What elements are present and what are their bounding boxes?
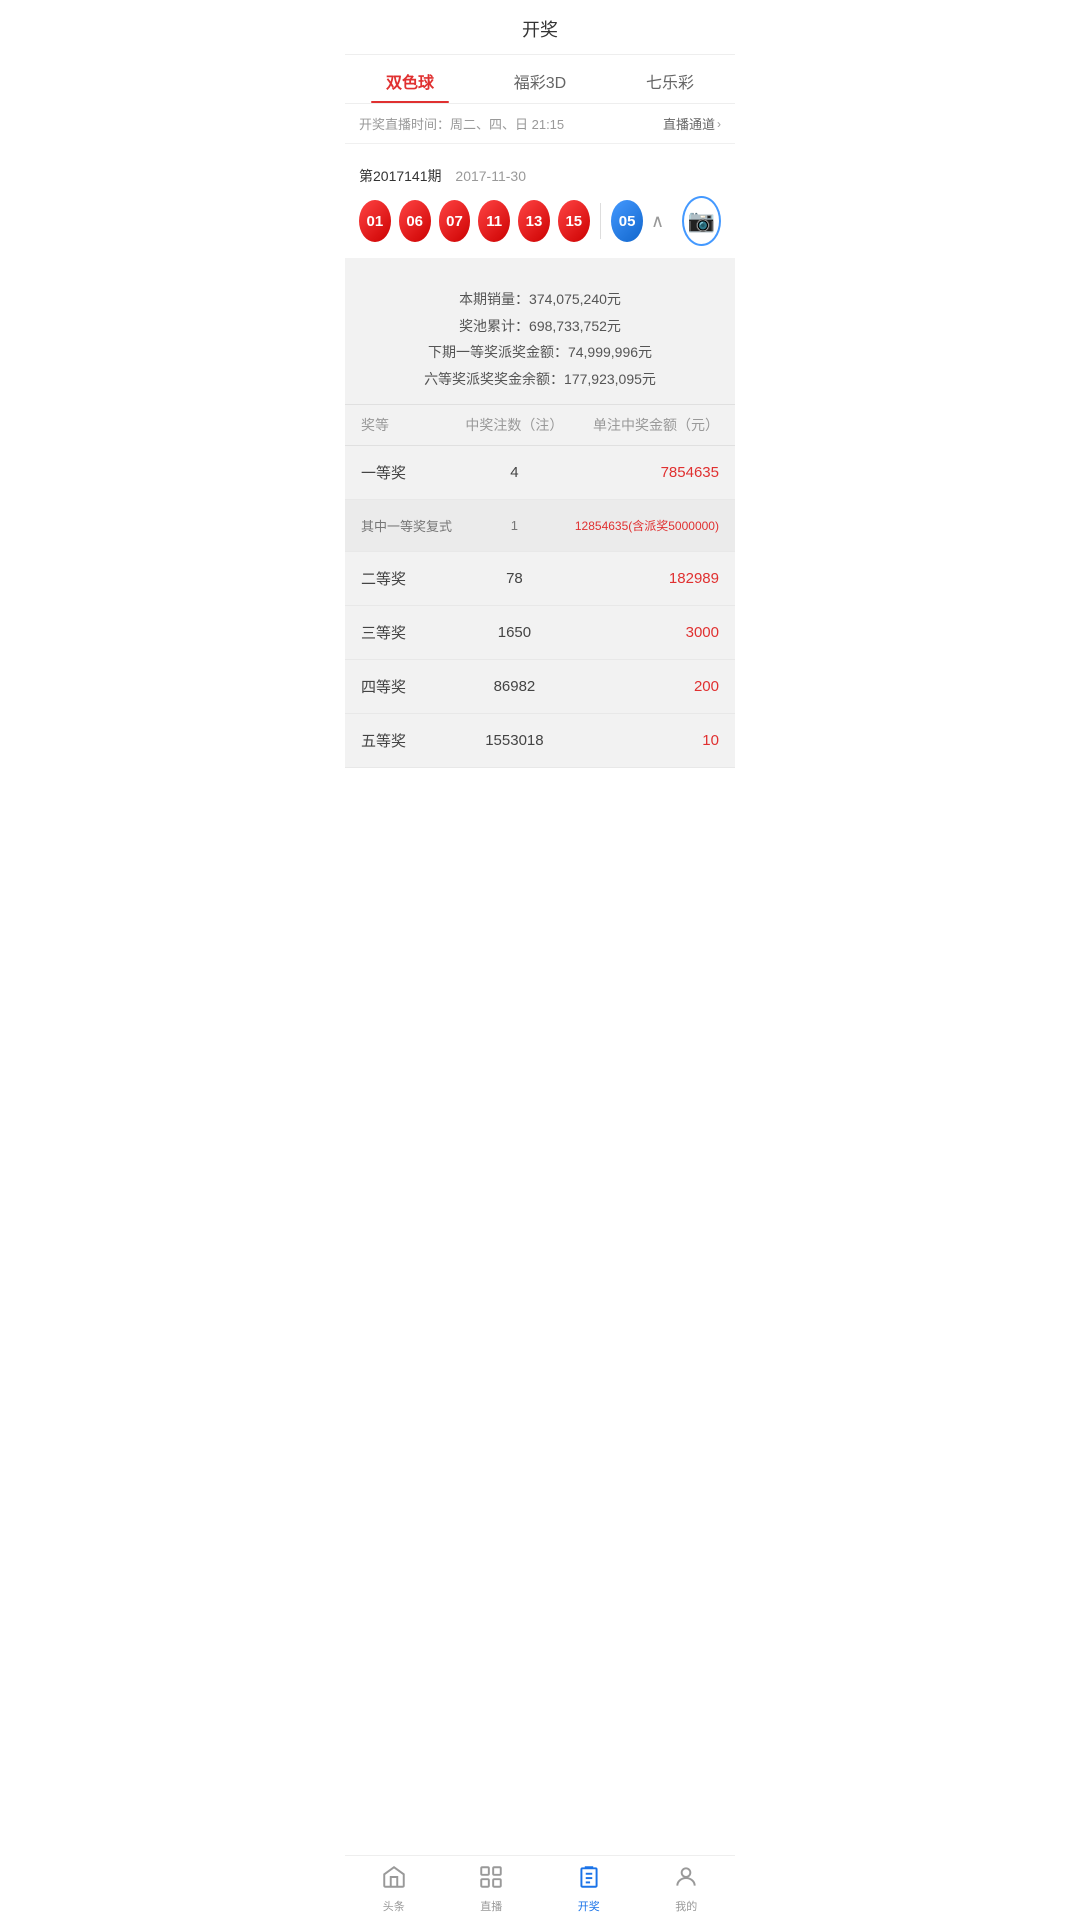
clipboard-icon: [576, 1864, 602, 1895]
summary-sales: 本期销量：374,075,240元: [365, 286, 715, 313]
prize-name-2: 二等奖: [361, 568, 463, 589]
collapse-button[interactable]: ∧: [651, 211, 664, 232]
header-amount: 单注中奖金额（元）: [566, 415, 719, 435]
prize-row-3: 三等奖 1650 3000: [345, 606, 735, 660]
nav-label-mine: 我的: [675, 1898, 697, 1914]
tab-shuangseqiu[interactable]: 双色球: [345, 55, 475, 103]
tab-qilecai[interactable]: 七乐彩: [605, 55, 735, 103]
video-button[interactable]: 📷: [682, 196, 721, 246]
result-section: 第2017141期 2017-11-30 01 06 07 11 13 15 0…: [345, 154, 735, 246]
page-title: 开奖: [345, 0, 735, 55]
header-name: 奖等: [361, 415, 463, 435]
prize-table: 一等奖 4 7854635 其中一等奖复式 1 12854635(含派奖5000…: [345, 446, 735, 768]
prize-row-5: 五等奖 1553018 10: [345, 714, 735, 768]
detail-panel: 本期销量：374,075,240元 奖池累计：698,733,752元 下期一等…: [345, 258, 735, 768]
tab-fucai3d[interactable]: 福彩3D: [475, 55, 605, 103]
nav-label-lottery: 开奖: [578, 1898, 600, 1914]
prize-count-sub-1: 1: [463, 518, 565, 533]
ball-divider: [600, 203, 602, 239]
bottom-nav: 头条 直播 开奖: [345, 1855, 735, 1920]
prize-name-4: 四等奖: [361, 676, 463, 697]
red-ball-3: 07: [439, 200, 471, 242]
summary-pool: 奖池累计：698,733,752元: [365, 313, 715, 340]
nav-label-live: 直播: [480, 1898, 502, 1914]
prize-table-header: 奖等 中奖注数（注） 单注中奖金额（元）: [345, 404, 735, 446]
prize-amount-3: 3000: [566, 624, 719, 641]
prize-row-sub-1: 其中一等奖复式 1 12854635(含派奖5000000): [345, 500, 735, 552]
nav-item-live[interactable]: 直播: [443, 1856, 541, 1920]
prize-amount-2: 182989: [566, 570, 719, 587]
prize-name-5: 五等奖: [361, 730, 463, 751]
blue-ball: 05: [611, 200, 643, 242]
header-count: 中奖注数（注）: [463, 415, 565, 435]
apps-icon: [478, 1864, 504, 1895]
person-icon: [673, 1864, 699, 1895]
red-ball-1: 01: [359, 200, 391, 242]
prize-row-2: 二等奖 78 182989: [345, 552, 735, 606]
red-ball-4: 11: [478, 200, 510, 242]
summary-block: 本期销量：374,075,240元 奖池累计：698,733,752元 下期一等…: [345, 270, 735, 404]
prize-name-1: 一等奖: [361, 462, 463, 483]
broadcast-bar: 开奖直播时间：周二、四、日 21:15 直播通道 ›: [345, 104, 735, 144]
prize-row-4: 四等奖 86982 200: [345, 660, 735, 714]
prize-amount-4: 200: [566, 678, 719, 695]
prize-amount-sub-1: 12854635(含派奖5000000): [566, 517, 719, 534]
prize-count-5: 1553018: [463, 732, 565, 749]
home-icon: [381, 1864, 407, 1895]
video-camera-icon: 📷: [688, 208, 715, 234]
broadcast-time: 开奖直播时间：周二、四、日 21:15: [359, 114, 564, 133]
chevron-right-icon: ›: [717, 117, 721, 131]
nav-item-headlines[interactable]: 头条: [345, 1856, 443, 1920]
broadcast-channel-link[interactable]: 直播通道 ›: [663, 114, 721, 133]
prize-name-3: 三等奖: [361, 622, 463, 643]
summary-sixth-remain: 六等奖派奖奖金余额：177,923,095元: [365, 366, 715, 393]
prize-row-1: 一等奖 4 7854635: [345, 446, 735, 500]
nav-label-headlines: 头条: [383, 1898, 405, 1914]
prize-amount-5: 10: [566, 732, 719, 749]
prize-count-4: 86982: [463, 678, 565, 695]
red-ball-2: 06: [399, 200, 431, 242]
prize-count-3: 1650: [463, 624, 565, 641]
detail-arrow: [528, 258, 552, 270]
balls-row: 01 06 07 11 13 15 05 ∧ 📷: [359, 196, 721, 246]
period-info: 第2017141期 2017-11-30: [359, 166, 721, 186]
red-ball-6: 15: [558, 200, 590, 242]
nav-item-lottery[interactable]: 开奖: [540, 1856, 638, 1920]
summary-next-first: 下期一等奖派奖金额：74,999,996元: [365, 339, 715, 366]
prize-count-1: 4: [463, 464, 565, 481]
nav-item-mine[interactable]: 我的: [638, 1856, 736, 1920]
tab-bar: 双色球 福彩3D 七乐彩: [345, 55, 735, 104]
red-ball-5: 13: [518, 200, 550, 242]
prize-amount-1: 7854635: [566, 464, 719, 481]
prize-name-sub-1: 其中一等奖复式: [361, 516, 463, 535]
prize-count-2: 78: [463, 570, 565, 587]
